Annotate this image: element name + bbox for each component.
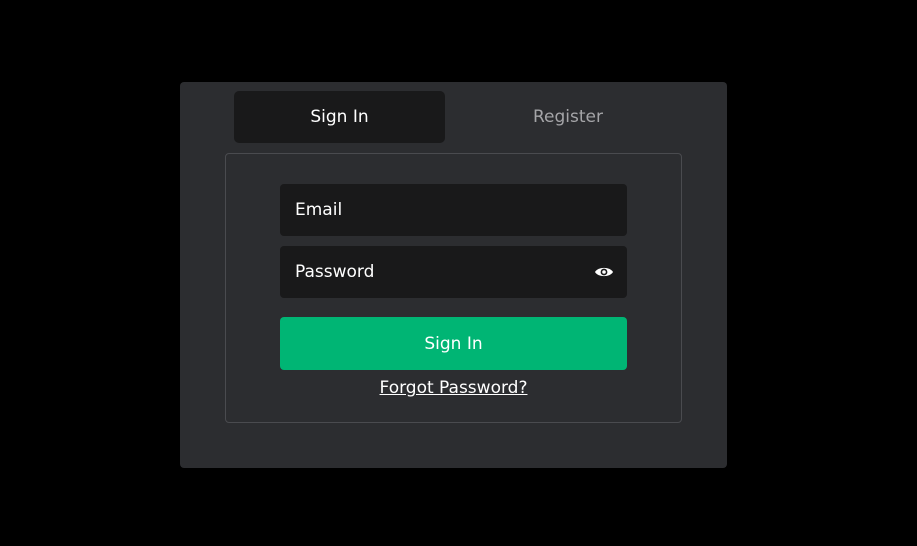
tab-register[interactable]: Register	[456, 91, 680, 143]
sign-in-button-label: Sign In	[424, 333, 483, 354]
password-field[interactable]	[280, 246, 627, 298]
sign-in-button[interactable]: Sign In	[280, 317, 627, 370]
auth-panel: Sign In Register Sign In Forgot Password…	[180, 82, 727, 468]
password-field-wrapper	[280, 246, 627, 298]
email-field-wrapper	[280, 184, 627, 236]
sign-in-form: Sign In Forgot Password?	[225, 153, 682, 423]
tab-sign-in-label: Sign In	[310, 107, 369, 127]
tab-register-label: Register	[533, 107, 603, 127]
email-field[interactable]	[280, 184, 627, 236]
eye-icon[interactable]	[593, 262, 615, 282]
tab-sign-in[interactable]: Sign In	[234, 91, 445, 143]
forgot-password-link[interactable]: Forgot Password?	[280, 378, 627, 402]
